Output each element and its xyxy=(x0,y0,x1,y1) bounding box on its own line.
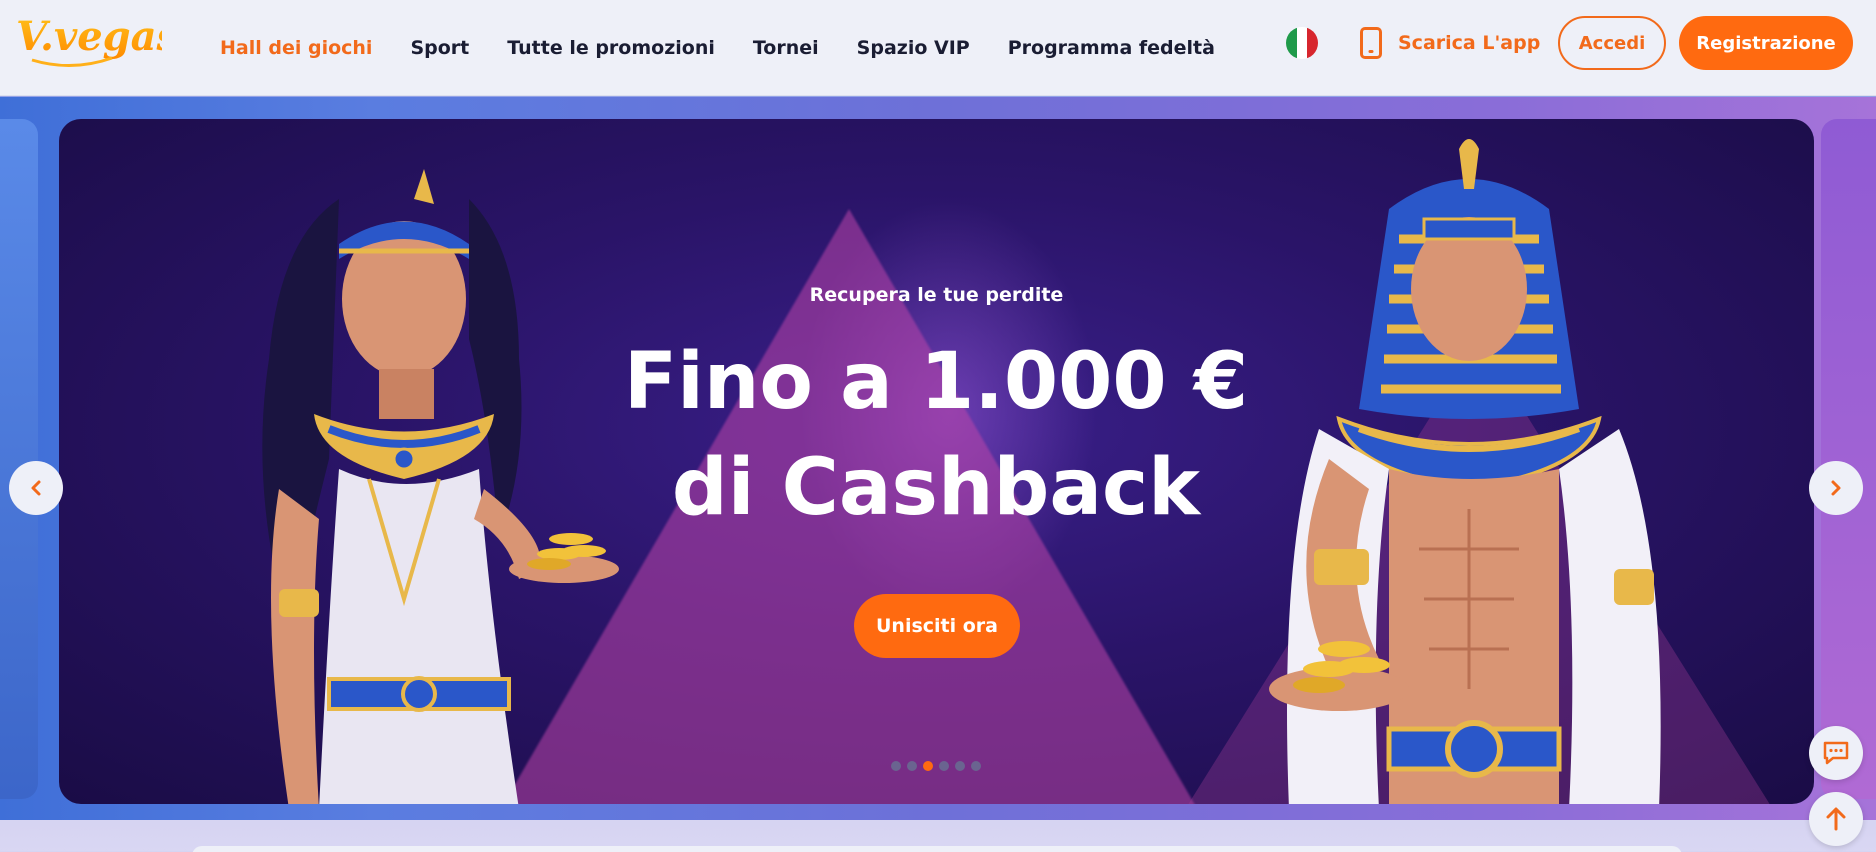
hero-slide: Recupera le tue perdite Fino a 1.000 € d… xyxy=(59,119,1814,804)
italy-flag-icon[interactable] xyxy=(1286,27,1318,59)
hero-carousel: Recupera le tue perdite Fino a 1.000 € d… xyxy=(0,97,1876,820)
carousel-dot-4[interactable] xyxy=(939,761,949,771)
carousel-dot-2[interactable] xyxy=(907,761,917,771)
site-header: V.vegas Hall dei giochi Sport Tutte le p… xyxy=(0,0,1876,96)
carousel-prev-button[interactable] xyxy=(9,461,63,515)
hero-title: Fino a 1.000 € di Cashback xyxy=(623,337,1249,533)
download-app-label: Scarica L'app xyxy=(1398,32,1541,54)
chevron-right-icon xyxy=(1831,480,1841,496)
next-slide-peek xyxy=(1821,119,1876,799)
nav-item-programma-fedelta[interactable]: Programma fedeltà xyxy=(1008,37,1215,59)
cleopatra-illustration xyxy=(262,169,619,804)
vvegas-logo-icon: V.vegas xyxy=(16,13,179,67)
nav-item-promozioni[interactable]: Tutte le promozioni xyxy=(507,37,715,59)
pharaoh-illustration xyxy=(1269,139,1661,804)
scroll-to-top-button[interactable] xyxy=(1809,792,1863,846)
nav-item-tornei[interactable]: Tornei xyxy=(753,37,819,59)
download-app-link[interactable]: Scarica L'app xyxy=(1360,25,1540,61)
carousel-dot-5[interactable] xyxy=(955,761,965,771)
nav-item-hall-dei-giochi[interactable]: Hall dei giochi xyxy=(220,37,372,59)
nav-item-spazio-vip[interactable]: Spazio VIP xyxy=(857,37,970,59)
site-logo[interactable]: V.vegas xyxy=(12,8,179,78)
login-button[interactable]: Accedi xyxy=(1558,16,1666,70)
main-nav: Hall dei giochi Sport Tutte le promozion… xyxy=(220,0,1253,96)
content-section-edge xyxy=(192,846,1682,852)
chevron-left-icon xyxy=(31,480,41,496)
join-now-button[interactable]: Unisciti ora xyxy=(854,594,1020,658)
svg-text:V.vegas: V.vegas xyxy=(16,13,162,60)
nav-item-sport[interactable]: Sport xyxy=(410,37,469,59)
phone-icon xyxy=(1360,27,1382,59)
carousel-next-button[interactable] xyxy=(1809,461,1863,515)
carousel-dot-1[interactable] xyxy=(891,761,901,771)
carousel-dot-3[interactable] xyxy=(923,761,933,771)
live-chat-button[interactable] xyxy=(1809,726,1863,780)
carousel-dot-6[interactable] xyxy=(971,761,981,771)
carousel-pagination xyxy=(891,761,987,771)
hero-subtitle: Recupera le tue perdite xyxy=(809,284,1064,306)
previous-slide-peek xyxy=(0,119,38,799)
register-button[interactable]: Registrazione xyxy=(1679,16,1853,70)
arrow-up-icon xyxy=(1826,807,1846,831)
chat-icon xyxy=(1823,741,1849,765)
